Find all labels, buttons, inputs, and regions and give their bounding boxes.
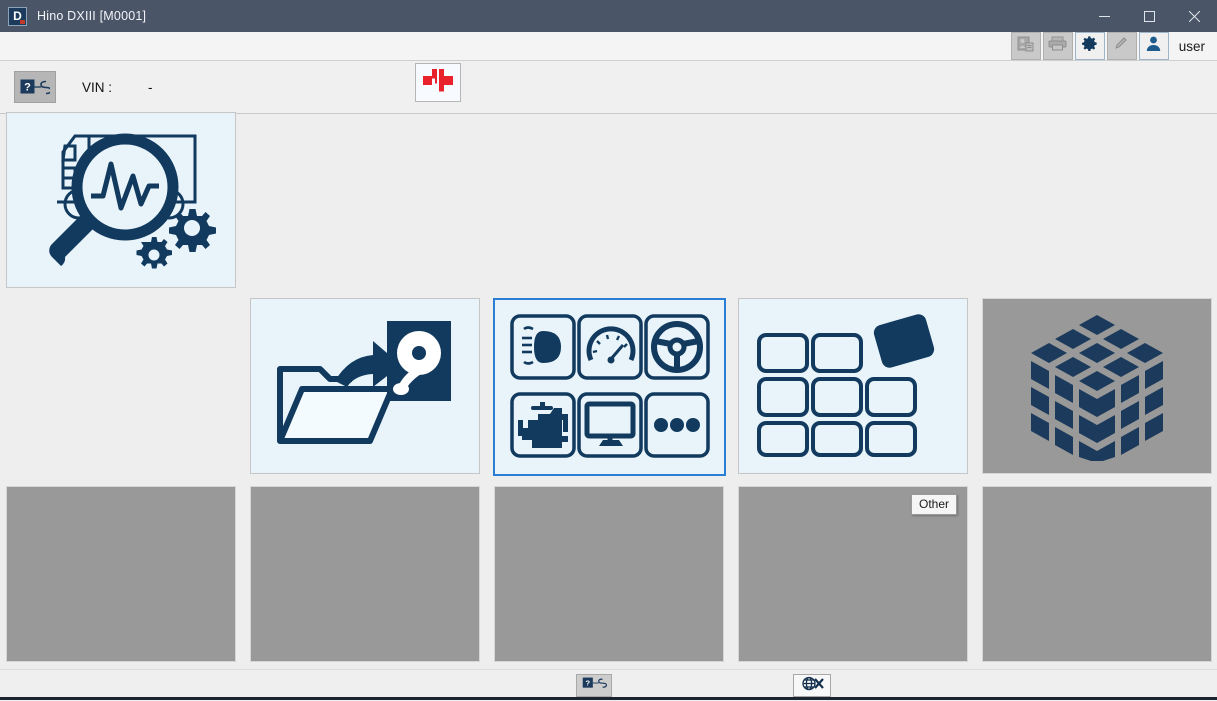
tile-save-to-disk[interactable] [250, 298, 480, 474]
globe-offline-icon [799, 676, 825, 696]
maximize-button[interactable] [1127, 0, 1172, 32]
tooltip: Other [911, 494, 958, 515]
tile-empty-3[interactable] [494, 486, 724, 662]
tile-empty-5[interactable] [982, 486, 1212, 662]
user-name-label: user [1178, 38, 1205, 54]
network-offline-button[interactable] [793, 674, 831, 697]
top-toolbar: user [0, 32, 1217, 61]
user-button[interactable] [1138, 32, 1169, 60]
printer-icon [1048, 36, 1067, 56]
tile-vehicle-diagnostics[interactable] [6, 112, 236, 288]
print-button[interactable] [1042, 32, 1073, 60]
minimize-button[interactable] [1082, 0, 1127, 32]
edit-button[interactable] [1106, 32, 1137, 60]
tile-empty-1[interactable] [6, 486, 236, 662]
tile-grid-popout-icon [755, 313, 951, 459]
connection-status-button[interactable] [415, 63, 461, 102]
close-button[interactable] [1172, 0, 1217, 32]
help-support-icon: ? [581, 676, 608, 695]
folder-arrow-harddisk-icon [267, 311, 463, 461]
settings-button[interactable] [1074, 32, 1105, 60]
disconnected-plug-icon [421, 65, 455, 100]
cube-blocks-icon [1017, 311, 1177, 461]
window-title: Hino DXIII [M0001] [37, 9, 147, 23]
truck-magnifier-gears-icon [21, 124, 221, 276]
report-button[interactable] [1010, 32, 1041, 60]
vin-bar: ? VIN : - [0, 61, 1217, 114]
six-function-grid-icon [509, 314, 710, 460]
tile-customize-grid[interactable] [738, 298, 968, 474]
svg-text:?: ? [24, 82, 31, 94]
support-status-button[interactable]: ? [576, 674, 612, 697]
svg-text:?: ? [585, 679, 590, 688]
report-icon [1017, 36, 1034, 57]
tile-cube[interactable] [982, 298, 1212, 474]
pencil-icon [1113, 35, 1130, 57]
tile-empty-2[interactable] [250, 486, 480, 662]
help-support-icon[interactable]: ? [14, 71, 56, 103]
tile-workspace: Other [0, 112, 1217, 669]
window-title-bar: D Hino DXIII [M0001] [0, 0, 1217, 32]
user-icon [1145, 35, 1162, 57]
toolbar-button-group [1010, 32, 1171, 60]
window-controls [1082, 0, 1217, 32]
vin-label: VIN : [82, 79, 113, 95]
vin-value: - [148, 79, 153, 95]
gear-icon [1080, 34, 1099, 58]
app-icon: D [8, 6, 27, 26]
tile-vehicle-functions[interactable] [493, 298, 726, 476]
